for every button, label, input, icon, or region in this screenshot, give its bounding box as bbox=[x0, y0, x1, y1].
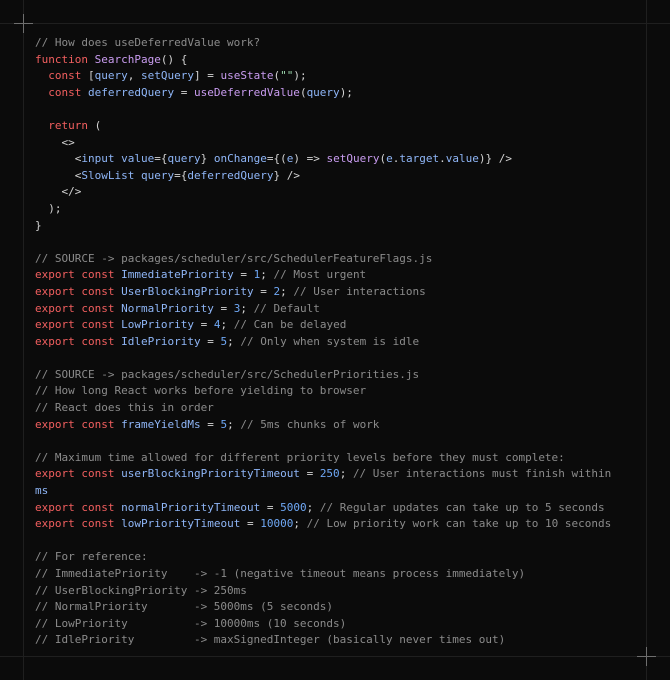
crosshair-bottom-right-icon bbox=[637, 647, 656, 666]
code-line: const deferredQuery = useDeferredValue(q… bbox=[48, 85, 353, 99]
code-line: // SOURCE -> packages/scheduler/src/Sche… bbox=[35, 251, 433, 265]
code-line: // IdlePriority -> maxSignedInteger (bas… bbox=[35, 633, 506, 647]
code-line: export const NormalPriority = 3; // Defa… bbox=[35, 301, 320, 315]
code-line: // Maximum time allowed for different pr… bbox=[35, 450, 565, 464]
code-line: export const frameYieldMs = 5; // 5ms ch… bbox=[35, 417, 380, 431]
code-line: export const IdlePriority = 5; // Only w… bbox=[35, 334, 420, 348]
code-line: // UserBlockingPriority -> 250ms bbox=[35, 583, 247, 597]
guide-line-left bbox=[23, 0, 24, 680]
code-line: // LowPriority -> 10000ms (10 seconds) bbox=[35, 616, 347, 630]
code-line: export const UserBlockingPriority = 2; /… bbox=[35, 284, 426, 298]
code-line: // ImmediatePriority -> -1 (negative tim… bbox=[35, 567, 526, 580]
code-line: export const ImmediatePriority = 1; // M… bbox=[35, 268, 367, 282]
code-line: export const LowPriority = 4; // Can be … bbox=[35, 318, 347, 332]
code-line: function SearchPage() { bbox=[35, 52, 188, 66]
code-line: // React does this in order bbox=[35, 401, 214, 415]
code-line: // How does useDeferredValue work? bbox=[35, 36, 261, 49]
code-line: return ( bbox=[48, 118, 102, 132]
code-line: } bbox=[35, 218, 42, 232]
code-line: ); bbox=[48, 201, 62, 215]
code-line: export const normalPriorityTimeout = 500… bbox=[35, 500, 605, 514]
code-block: // How does useDeferredValue work? functi… bbox=[35, 35, 635, 649]
code-line: <input value={query} onChange={(e) => se… bbox=[74, 152, 512, 166]
code-line: // SOURCE -> packages/scheduler/src/Sche… bbox=[35, 367, 420, 381]
code-line: </> bbox=[61, 185, 82, 199]
code-line: <> bbox=[61, 135, 75, 149]
crosshair-top-left-icon bbox=[14, 14, 33, 33]
code-line: <SlowList query={deferredQuery} /> bbox=[74, 168, 300, 182]
code-screenshot-frame: // How does useDeferredValue work? functi… bbox=[0, 0, 670, 680]
code-line: export const userBlockingPriorityTimeout… bbox=[35, 467, 612, 481]
code-line: // NormalPriority -> 5000ms (5 seconds) bbox=[35, 600, 334, 614]
guide-line-right bbox=[646, 0, 647, 680]
guide-line-bottom bbox=[0, 656, 670, 657]
guide-line-top bbox=[0, 23, 670, 24]
code-line: export const lowPriorityTimeout = 10000;… bbox=[35, 517, 612, 531]
code-line: ms bbox=[35, 484, 49, 498]
code-line: // For reference: bbox=[35, 550, 148, 564]
code-line: // How long React works before yielding … bbox=[35, 384, 367, 398]
code-line: const [query, setQuery] = useState(""); bbox=[48, 69, 307, 83]
